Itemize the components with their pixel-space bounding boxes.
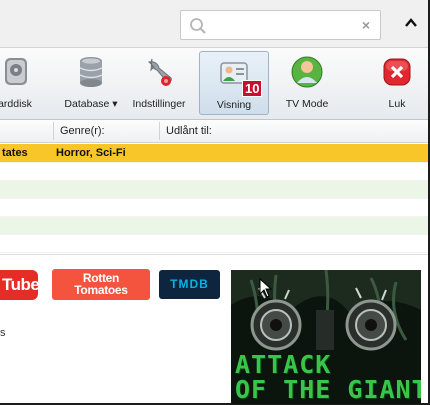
database-icon [79,57,103,87]
mouse-cursor-icon [259,278,273,298]
poster-title-line: OF THE GIANT [235,375,421,404]
tmdb-link[interactable]: TMDB [159,270,220,299]
database-menu-button[interactable]: Database ▾ [60,51,122,115]
app-window: × arddisk Database ▾ Indstillinger 10 Vi… [0,0,430,405]
details-text-fragment: s [0,327,6,339]
notification-badge: 10 [242,80,263,97]
table-row-selected[interactable]: tates Horror, Sci-Fi [0,144,428,163]
details-pane: Tube Rotten Tomatoes TMDB s ATTACK OF TH… [0,254,428,404]
close-icon [383,58,411,86]
title-cell: tates [2,147,28,159]
view-button[interactable]: 10 Visning [199,51,269,115]
column-divider[interactable] [159,122,160,140]
table-row[interactable] [0,163,428,181]
tv-mode-button[interactable]: TV Mode [276,51,338,115]
movie-list: tates Horror, Sci-Fi [0,144,428,253]
chevron-up-icon[interactable] [402,14,420,32]
harddisk-button[interactable]: arddisk [0,51,42,115]
genre-cell: Horror, Sci-Fi [56,147,126,159]
close-app-button[interactable]: Luk [366,51,428,115]
search-input[interactable]: × [180,10,381,40]
clear-search-icon[interactable]: × [362,17,370,33]
tv-mode-icon [291,56,323,88]
rotten-tomatoes-link[interactable]: Rotten Tomatoes [52,269,150,300]
column-divider[interactable] [53,122,54,140]
search-icon [190,18,206,34]
table-row[interactable] [0,199,428,217]
settings-button[interactable]: Indstillinger [126,51,192,115]
table-row[interactable] [0,181,428,199]
harddisk-icon [5,58,27,85]
table-row[interactable] [0,217,428,235]
column-header-bar: Genre(r): Udlånt til: [0,120,428,143]
table-row[interactable] [0,235,428,253]
column-header-loaned-to[interactable]: Udlånt til: [166,125,212,137]
top-bar: × [0,0,428,48]
ribbon-toolbar: arddisk Database ▾ Indstillinger 10 Visn… [0,48,428,120]
column-header-genre[interactable]: Genre(r): [60,125,105,137]
wrench-icon [148,58,172,86]
youtube-link[interactable]: Tube [0,270,40,300]
